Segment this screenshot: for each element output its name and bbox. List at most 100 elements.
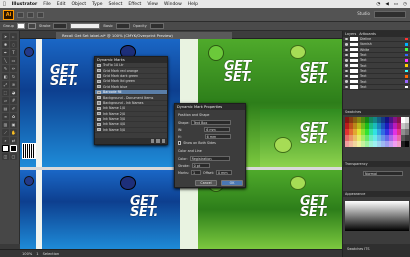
color-swatch[interactable] [389, 129, 393, 135]
delete-mark-icon[interactable] [161, 139, 165, 143]
symbol-sprayer-tool-icon[interactable]: ✿ [10, 113, 17, 120]
color-select[interactable]: Registration [189, 156, 230, 161]
visibility-eye-icon[interactable] [345, 37, 348, 41]
visibility-eye-icon[interactable] [345, 85, 348, 89]
scale-tool-icon[interactable]: ⤢ [2, 81, 9, 88]
tab-layers[interactable]: Layers [345, 32, 356, 36]
visibility-eye-icon[interactable] [345, 80, 348, 83]
zoom-level[interactable]: 100% [22, 252, 32, 256]
opacity-field[interactable] [149, 23, 164, 29]
bridge-icon[interactable] [17, 11, 24, 18]
tab-swatches[interactable]: Swatches [345, 110, 361, 114]
width-field[interactable]: 6 mm [204, 127, 231, 132]
color-swatch[interactable] [349, 129, 353, 135]
help-search-input[interactable] [374, 11, 406, 18]
type-tool-icon[interactable]: T [10, 49, 17, 56]
shape-select[interactable]: Text Box [191, 120, 232, 125]
visibility-eye-icon[interactable] [345, 75, 348, 78]
color-swatch[interactable] [381, 135, 385, 141]
workspace-switcher[interactable]: Studio [357, 11, 370, 16]
color-swatch[interactable] [365, 135, 369, 141]
color-swatch[interactable] [373, 141, 377, 147]
color-swatch[interactable] [401, 129, 405, 135]
color-swatch[interactable] [381, 117, 385, 123]
stroke-profile-field[interactable] [70, 23, 101, 29]
volume-icon[interactable]: ◀ [385, 2, 388, 7]
color-swatch[interactable] [377, 117, 381, 123]
clock-icon[interactable]: ◷ [403, 2, 407, 7]
color-swatch[interactable] [405, 135, 409, 141]
marks-field[interactable]: 1 [190, 170, 201, 175]
selection-tool-icon[interactable]: ➤ [2, 33, 9, 40]
color-swatch[interactable] [369, 123, 373, 129]
color-swatch[interactable] [353, 123, 357, 129]
tab-artboards[interactable]: Artboards [359, 32, 376, 36]
color-swatch[interactable] [345, 135, 349, 141]
color-swatch[interactable] [373, 135, 377, 141]
color-swatch[interactable] [393, 129, 397, 135]
hand-tool-icon[interactable]: ✋ [10, 129, 17, 136]
color-swatch[interactable] [365, 141, 369, 147]
color-swatch[interactable] [369, 135, 373, 141]
slice-tool-icon[interactable]: ⟋ [2, 129, 9, 136]
color-swatch[interactable] [397, 135, 401, 141]
color-swatch[interactable] [357, 117, 361, 123]
color-swatch[interactable] [377, 123, 381, 129]
visibility-eye-icon[interactable] [345, 43, 348, 46]
graph-tool-icon[interactable]: ▥ [2, 121, 9, 128]
color-swatch[interactable] [377, 141, 381, 147]
width-tool-icon[interactable]: ≋ [10, 81, 17, 88]
rectangle-tool-icon[interactable]: ▭ [10, 57, 17, 64]
color-swatch[interactable] [393, 117, 397, 123]
color-swatch[interactable] [365, 117, 369, 123]
color-swatch[interactable] [369, 117, 373, 123]
ok-button[interactable]: OK [221, 180, 243, 186]
line-tool-icon[interactable]: ╲ [2, 57, 9, 64]
pencil-tool-icon[interactable]: ✏ [10, 65, 17, 72]
screen-mode-icon[interactable]: ▢ [10, 153, 17, 160]
color-swatch[interactable] [357, 123, 361, 129]
artboard-tool-icon[interactable]: ▣ [10, 121, 17, 128]
apple-icon[interactable]:  [3, 2, 6, 7]
offset-field[interactable]: 0 mm [216, 170, 232, 175]
color-swatch[interactable] [369, 129, 373, 135]
rotate-tool-icon[interactable]: ↻ [10, 73, 17, 80]
color-swatch[interactable] [393, 141, 397, 147]
tab-transparency[interactable]: Transparency [345, 162, 368, 166]
color-swatch[interactable] [397, 141, 401, 147]
color-swatch[interactable] [405, 129, 409, 135]
color-swatch[interactable] [353, 129, 357, 135]
gradient-tool-icon[interactable]: ▤ [2, 105, 9, 112]
blend-tool-icon[interactable]: ∞ [2, 113, 9, 120]
color-swatch[interactable] [381, 129, 385, 135]
color-swatch[interactable] [385, 117, 389, 123]
free-transform-tool-icon[interactable]: ⬚ [2, 89, 9, 96]
color-swatch[interactable] [401, 117, 405, 123]
shape-builder-tool-icon[interactable]: ◕ [10, 89, 17, 96]
color-swatch[interactable] [345, 141, 349, 147]
color-swatch[interactable] [381, 141, 385, 147]
stroke-swatch[interactable] [27, 23, 36, 29]
paintbrush-tool-icon[interactable]: ✎ [2, 65, 9, 72]
color-swatch[interactable] [389, 123, 393, 129]
color-swatch[interactable] [357, 135, 361, 141]
fill-color-icon[interactable] [2, 145, 9, 152]
pen-tool-icon[interactable]: ✒ [2, 49, 9, 56]
color-swatch[interactable] [365, 123, 369, 129]
eyedropper-tool-icon[interactable]: ✐ [10, 105, 17, 112]
color-swatch[interactable] [389, 117, 393, 123]
both-sides-checkbox[interactable] [178, 141, 182, 145]
lasso-tool-icon[interactable]: ◌ [10, 41, 17, 48]
color-swatch[interactable] [377, 135, 381, 141]
menu-type[interactable]: Type [92, 2, 102, 7]
menu-select[interactable]: Select [108, 2, 122, 7]
color-swatch[interactable] [361, 129, 365, 135]
color-swatch[interactable] [357, 141, 361, 147]
color-swatch[interactable] [373, 123, 377, 129]
color-swatch[interactable] [401, 123, 405, 129]
menu-object[interactable]: Object [71, 2, 86, 7]
color-swatch[interactable] [349, 141, 353, 147]
direct-selection-tool-icon[interactable]: ▹ [10, 33, 17, 40]
menu-window[interactable]: Window [164, 2, 182, 7]
document-tab[interactable]: Recall Get Set label.ai* @ 100% (CMYK/Ov… [56, 32, 232, 39]
